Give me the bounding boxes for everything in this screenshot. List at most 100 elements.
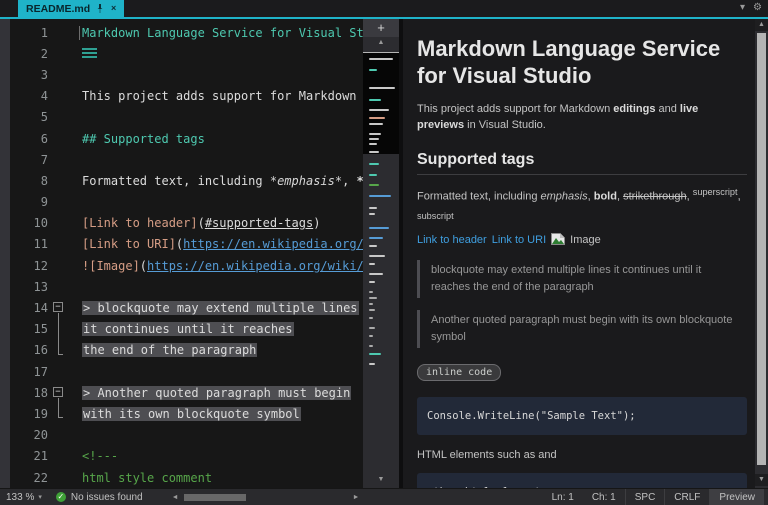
minimap-line-mark xyxy=(369,133,381,135)
code-text-inner: <!--- xyxy=(82,449,118,463)
markdown-editor[interactable]: 1 Markdown Language Service for Visual St… xyxy=(0,19,399,488)
code-line[interactable]: 22 html style comment xyxy=(10,467,363,488)
code-text-inner xyxy=(82,47,97,61)
code-line[interactable]: 3 xyxy=(10,64,363,85)
zoom-level[interactable]: 133 % xyxy=(6,492,34,503)
code-line[interactable]: 16 the end of the paragraph xyxy=(10,339,363,361)
code-text-inner: This project adds support for Markdown *… xyxy=(82,89,363,103)
code-line[interactable]: 2 xyxy=(10,43,363,64)
status-right-cells: Ln: 1 Ch: 1 SPC CRLF Preview xyxy=(543,489,764,505)
code-line[interactable]: 14− > blockquote may extend multiple line… xyxy=(10,297,363,319)
code-segment: with its own blockquote symbol xyxy=(82,406,301,421)
minimap-line-mark xyxy=(369,195,391,197)
code-segment: <!--- xyxy=(82,449,119,464)
preview-scroll-up-icon[interactable]: ▲ xyxy=(755,19,768,31)
tab-title: README.md xyxy=(26,2,91,15)
scroll-right-icon[interactable]: ► xyxy=(350,494,363,501)
preview-scroll-down-icon[interactable]: ▼ xyxy=(755,474,768,486)
horizontal-scroll-thumb[interactable] xyxy=(183,493,246,501)
collapse-toggle-icon[interactable]: − xyxy=(53,387,63,398)
minimap-line-mark xyxy=(369,143,377,145)
fold-gutter xyxy=(48,339,72,361)
preview-text-segment: HTML elements such as and xyxy=(417,448,557,461)
minimap-line-mark xyxy=(369,255,385,257)
fold-gutter xyxy=(48,425,72,446)
collapse-toggle-icon[interactable]: − xyxy=(53,302,63,313)
preview-title: Markdown Language Service for Visual Stu… xyxy=(417,36,721,88)
preview-blockquote: blockquote may extend multiple lines it … xyxy=(417,259,747,298)
code-line[interactable]: 6 ## Supported tags xyxy=(10,128,363,149)
code-line[interactable]: 9 xyxy=(10,192,363,213)
code-text-inner: ![Image](https://en.wikipedia.org/wiki/M… xyxy=(82,259,363,273)
preview-text-segment: subscript xyxy=(417,210,454,221)
code-text: Formatted text, including *emphasis*, **… xyxy=(72,174,363,188)
code-line[interactable]: 13 xyxy=(10,276,363,297)
code-line[interactable]: 4 This project adds support for Markdown … xyxy=(10,86,363,107)
settings-gear-icon[interactable]: ⚙ xyxy=(753,2,762,13)
horizontal-scrollbar[interactable]: ◄ ► xyxy=(169,493,363,502)
horizontal-scroll-track[interactable] xyxy=(182,493,350,502)
line-number: 8 xyxy=(40,173,48,188)
line-number: 17 xyxy=(33,364,48,379)
markdown-preview-pane: Markdown Language Service for Visual Stu… xyxy=(403,19,768,488)
line-number: 18 xyxy=(33,385,48,400)
indent-mode[interactable]: SPC xyxy=(624,489,665,505)
preview-mode[interactable]: Preview xyxy=(709,489,764,505)
zoom-dropdown-icon[interactable]: ▾ xyxy=(38,493,42,501)
code-line[interactable]: 10 [Link to header](#supported-tags) xyxy=(10,213,363,234)
fold-gutter xyxy=(48,234,72,255)
preview-link[interactable]: Link to URI xyxy=(492,234,546,246)
line-indicator[interactable]: Ln: 1 xyxy=(543,489,583,505)
code-text-inner: ## Supported tags xyxy=(82,132,205,146)
preview-link[interactable]: Link to header xyxy=(417,234,487,246)
scroll-left-icon[interactable]: ◄ xyxy=(169,494,182,501)
fold-guide xyxy=(58,318,59,340)
document-dropdown-icon[interactable]: ▾ xyxy=(740,2,745,13)
code-line[interactable]: 15 it continues until it reaches xyxy=(10,318,363,340)
minimap-line-mark xyxy=(369,87,395,89)
code-segment: ) xyxy=(313,216,321,231)
minimap-line-mark xyxy=(369,303,373,305)
preview-code-block: other html elements xyxy=(417,472,747,488)
fold-gutter xyxy=(48,170,72,191)
code-segment: ( xyxy=(139,258,148,273)
code-line[interactable]: 1 Markdown Language Service for Visual St… xyxy=(10,22,363,43)
minimap-line-mark xyxy=(369,151,379,153)
close-icon[interactable]: × xyxy=(109,4,118,13)
code-area[interactable]: 1 Markdown Language Service for Visual St… xyxy=(10,19,363,488)
code-text-inner: > Another quoted paragraph must begin xyxy=(82,385,352,400)
code-line[interactable]: 11 [Link to URI](https://en.wikipedia.org… xyxy=(10,234,363,255)
code-text: Markdown Language Service for Visual Stu… xyxy=(72,25,363,40)
code-line[interactable]: 21 <!--- xyxy=(10,446,363,467)
code-line[interactable]: 8 Formatted text, including *emphasis*, *… xyxy=(10,170,363,191)
code-line[interactable]: 19 with its own blockquote symbol xyxy=(10,403,363,424)
code-text-inner: the end of the paragraph xyxy=(82,343,258,358)
code-line[interactable]: 12 ![Image](https://en.wikipedia.org/wiki… xyxy=(10,255,363,276)
fold-gutter xyxy=(48,361,72,382)
code-line[interactable]: 7 xyxy=(10,149,363,170)
code-line[interactable]: 17 xyxy=(10,361,363,382)
preview-scrollbar[interactable]: ▲ ▼ xyxy=(755,19,768,488)
code-segment: html style comment xyxy=(82,470,213,485)
editor-scrollbar-minimap[interactable]: + ▲ ▼ xyxy=(363,19,399,488)
scroll-down-icon[interactable]: ▼ xyxy=(363,474,399,486)
preview-text-segment: strikethrough xyxy=(623,190,687,203)
code-text: ## Supported tags xyxy=(72,132,363,146)
health-check-icon[interactable]: ✓ xyxy=(55,492,66,502)
code-line[interactable]: 18− > Another quoted paragraph must begin xyxy=(10,382,363,404)
minimap-line-mark xyxy=(369,174,377,176)
code-line[interactable]: 20 xyxy=(10,425,363,446)
preview-content: Markdown Language Service for Visual Stu… xyxy=(403,19,755,488)
column-indicator[interactable]: Ch: 1 xyxy=(583,489,625,505)
tab-readme[interactable]: README.md × xyxy=(18,0,125,17)
preview-scroll-thumb[interactable] xyxy=(757,33,766,465)
line-number: 3 xyxy=(40,67,48,82)
line-ending-mode[interactable]: CRLF xyxy=(664,489,709,505)
minimap-line-mark xyxy=(369,123,383,125)
fold-gutter xyxy=(48,86,72,107)
minimap-line-mark xyxy=(369,297,377,299)
status-bar: 133 % ▾ ✓ No issues found ◄ ► Ln: 1 Ch: 1… xyxy=(0,488,768,505)
fold-gutter xyxy=(48,149,72,170)
pin-icon[interactable] xyxy=(95,4,104,13)
code-line[interactable]: 5 xyxy=(10,107,363,128)
